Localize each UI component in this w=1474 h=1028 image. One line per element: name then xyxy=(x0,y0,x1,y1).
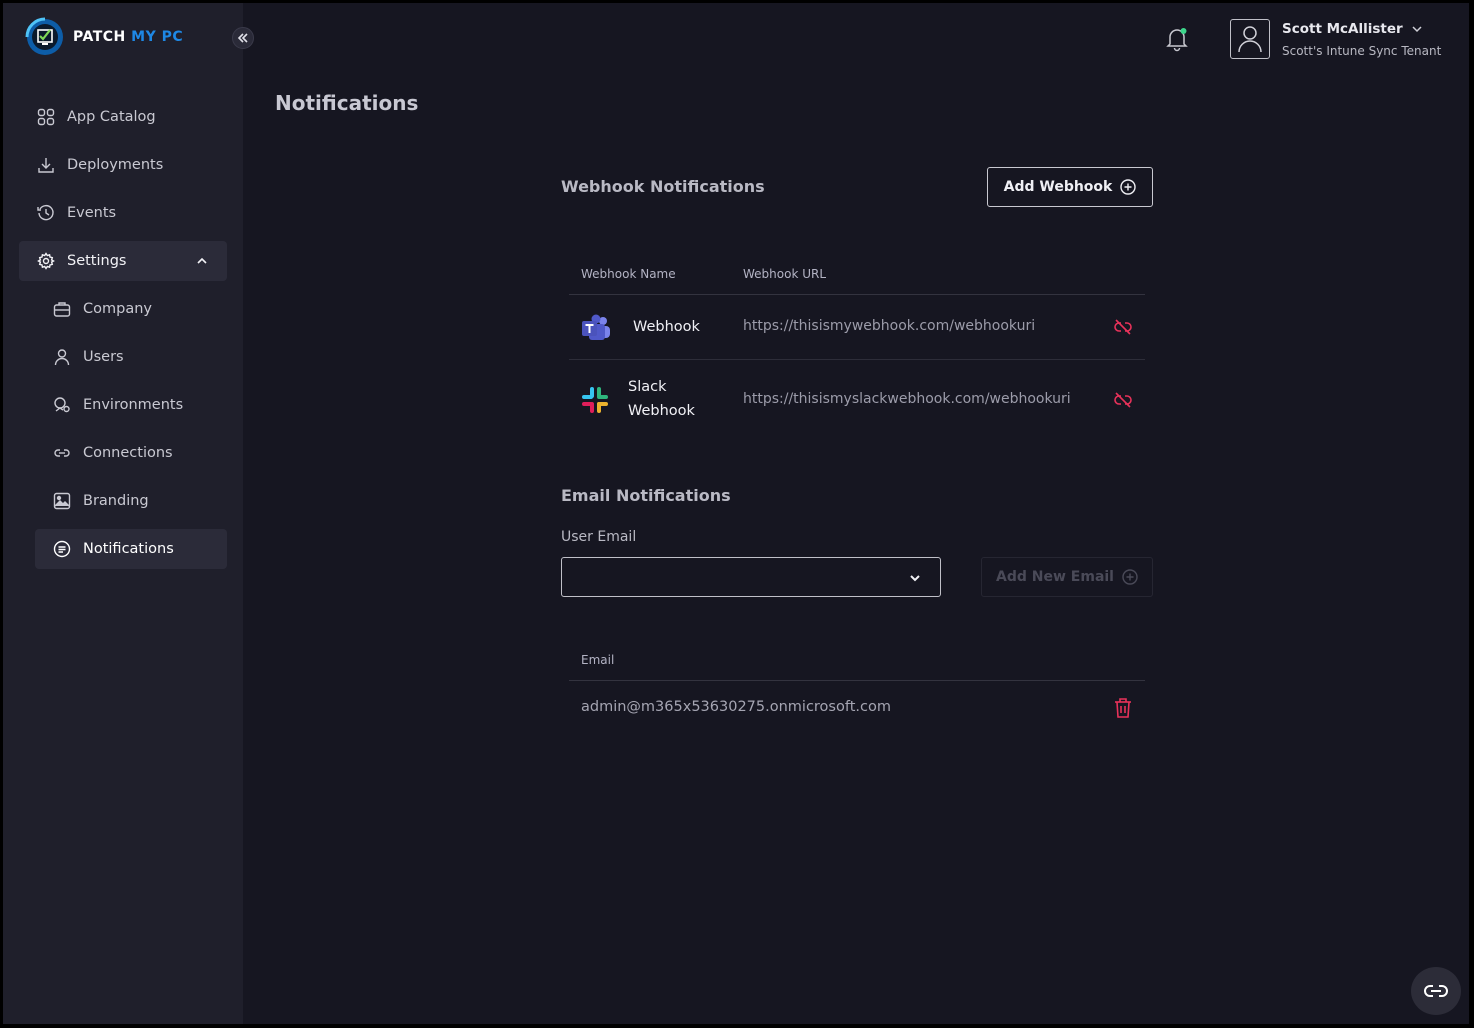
plus-circle-icon xyxy=(1122,569,1138,585)
history-icon xyxy=(37,204,54,221)
webhook-name: Slack Webhook xyxy=(628,375,695,423)
add-webhook-label: Add Webhook xyxy=(1003,179,1113,195)
webhook-name: Webhook xyxy=(633,319,700,335)
user-icon xyxy=(54,349,70,366)
avatar xyxy=(1230,19,1270,59)
sidebar-item-label: Connections xyxy=(83,445,173,461)
sidebar-item-company[interactable]: Company xyxy=(35,289,227,329)
table-row: Slack Webhook https://thisismyslackwebho… xyxy=(569,360,1145,440)
webhook-url: https://thisismywebhook.com/webhookuri xyxy=(743,318,1036,334)
image-icon xyxy=(53,492,71,510)
app-window: PATCH MY PC App Catalog Deployments Even… xyxy=(3,3,1469,1024)
environment-icon xyxy=(54,397,70,413)
email-table-header: Email xyxy=(569,641,1145,681)
notifications-bell-icon[interactable] xyxy=(1165,26,1189,52)
support-chat-button[interactable] xyxy=(1411,967,1461,1015)
sidebar-item-label: Notifications xyxy=(83,541,174,557)
page-title: Notifications xyxy=(275,91,419,115)
col-webhook-url: Webhook URL xyxy=(743,267,827,281)
brand-logo[interactable]: PATCH MY PC xyxy=(25,17,183,57)
col-email: Email xyxy=(581,653,615,667)
sidebar-item-app-catalog[interactable]: App Catalog xyxy=(19,97,227,137)
sidebar-item-label: Environments xyxy=(83,397,184,413)
user-email-label: User Email xyxy=(561,529,637,545)
gear-icon xyxy=(37,252,55,270)
add-webhook-button[interactable]: Add Webhook xyxy=(987,167,1153,207)
double-chevron-left-icon xyxy=(237,33,248,43)
sidebar-item-branding[interactable]: Branding xyxy=(35,481,227,521)
sidebar-item-events[interactable]: Events xyxy=(19,193,227,233)
grid-icon xyxy=(37,108,55,126)
sidebar-item-users[interactable]: Users xyxy=(35,337,227,377)
tenant-name: Scott's Intune Sync Tenant xyxy=(1282,44,1442,58)
user-name: Scott McAllister xyxy=(1282,21,1403,37)
user-name-row: Scott McAllister xyxy=(1282,21,1441,37)
webhook-table-header: Webhook Name Webhook URL xyxy=(569,255,1145,295)
sidebar: PATCH MY PC App Catalog Deployments Even… xyxy=(3,3,243,1024)
brand-name: PATCH MY PC xyxy=(73,29,183,45)
table-row: admin@m365x53630275.onmicrosoft.com xyxy=(569,681,1145,737)
email-table: Email admin@m365x53630275.onmicrosoft.co… xyxy=(569,641,1145,737)
col-webhook-name: Webhook Name xyxy=(581,267,676,281)
table-row: Webhook https://thisismywebhook.com/webh… xyxy=(569,295,1145,360)
sidebar-item-label: Deployments xyxy=(67,157,164,173)
sidebar-item-label: App Catalog xyxy=(67,109,156,125)
link-icon xyxy=(1424,985,1448,997)
settings-submenu: Company Users Environments Connections B… xyxy=(19,289,227,569)
add-new-email-button[interactable]: Add New Email xyxy=(981,557,1153,597)
user-icon xyxy=(1238,26,1262,53)
patch-my-pc-logo-icon xyxy=(25,17,63,55)
sidebar-item-label: Branding xyxy=(83,493,149,509)
webhook-section-title: Webhook Notifications xyxy=(561,177,765,196)
unlink-icon[interactable] xyxy=(1113,317,1133,337)
brand-name-part1: PATCH xyxy=(73,29,126,45)
chevron-down-icon xyxy=(1412,26,1422,33)
add-new-email-label: Add New Email xyxy=(996,569,1114,585)
user-email-select[interactable] xyxy=(561,557,941,597)
sidebar-item-notifications[interactable]: Notifications xyxy=(35,529,227,569)
user-menu[interactable]: Scott McAllister Scott's Intune Sync Ten… xyxy=(1230,19,1441,59)
unlink-icon[interactable] xyxy=(1113,390,1133,410)
webhook-table: Webhook Name Webhook URL Webhook https:/… xyxy=(569,255,1145,440)
sidebar-item-label: Settings xyxy=(67,253,127,269)
briefcase-icon xyxy=(53,302,71,317)
link-icon xyxy=(54,449,70,457)
download-icon xyxy=(38,158,54,173)
sidebar-item-settings[interactable]: Settings xyxy=(19,241,227,281)
sidebar-item-connections[interactable]: Connections xyxy=(35,433,227,473)
sidebar-item-label: Company xyxy=(83,301,152,317)
slack-icon xyxy=(582,387,608,413)
collapse-sidebar-button[interactable] xyxy=(232,27,254,49)
teams-icon xyxy=(582,314,610,340)
chevron-down-icon xyxy=(910,575,920,582)
sidebar-item-label: Events xyxy=(67,205,117,221)
sidebar-item-label: Users xyxy=(83,349,124,365)
sidebar-item-environments[interactable]: Environments xyxy=(35,385,227,425)
email-value: admin@m365x53630275.onmicrosoft.com xyxy=(581,699,891,715)
chevron-up-icon xyxy=(197,257,207,264)
main-nav: App Catalog Deployments Events Settings … xyxy=(19,97,227,577)
email-section-title: Email Notifications xyxy=(561,486,731,505)
plus-circle-icon xyxy=(1120,179,1137,195)
brand-name-part2: MY PC xyxy=(131,29,184,45)
trash-icon[interactable] xyxy=(1113,697,1133,719)
sidebar-item-deployments[interactable]: Deployments xyxy=(19,145,227,185)
notification-icon xyxy=(53,540,71,558)
webhook-name-line1: Slack xyxy=(628,379,667,395)
webhook-name-line2: Webhook xyxy=(628,403,695,419)
webhook-url: https://thisismyslackwebhook.com/webhook… xyxy=(743,391,1071,407)
